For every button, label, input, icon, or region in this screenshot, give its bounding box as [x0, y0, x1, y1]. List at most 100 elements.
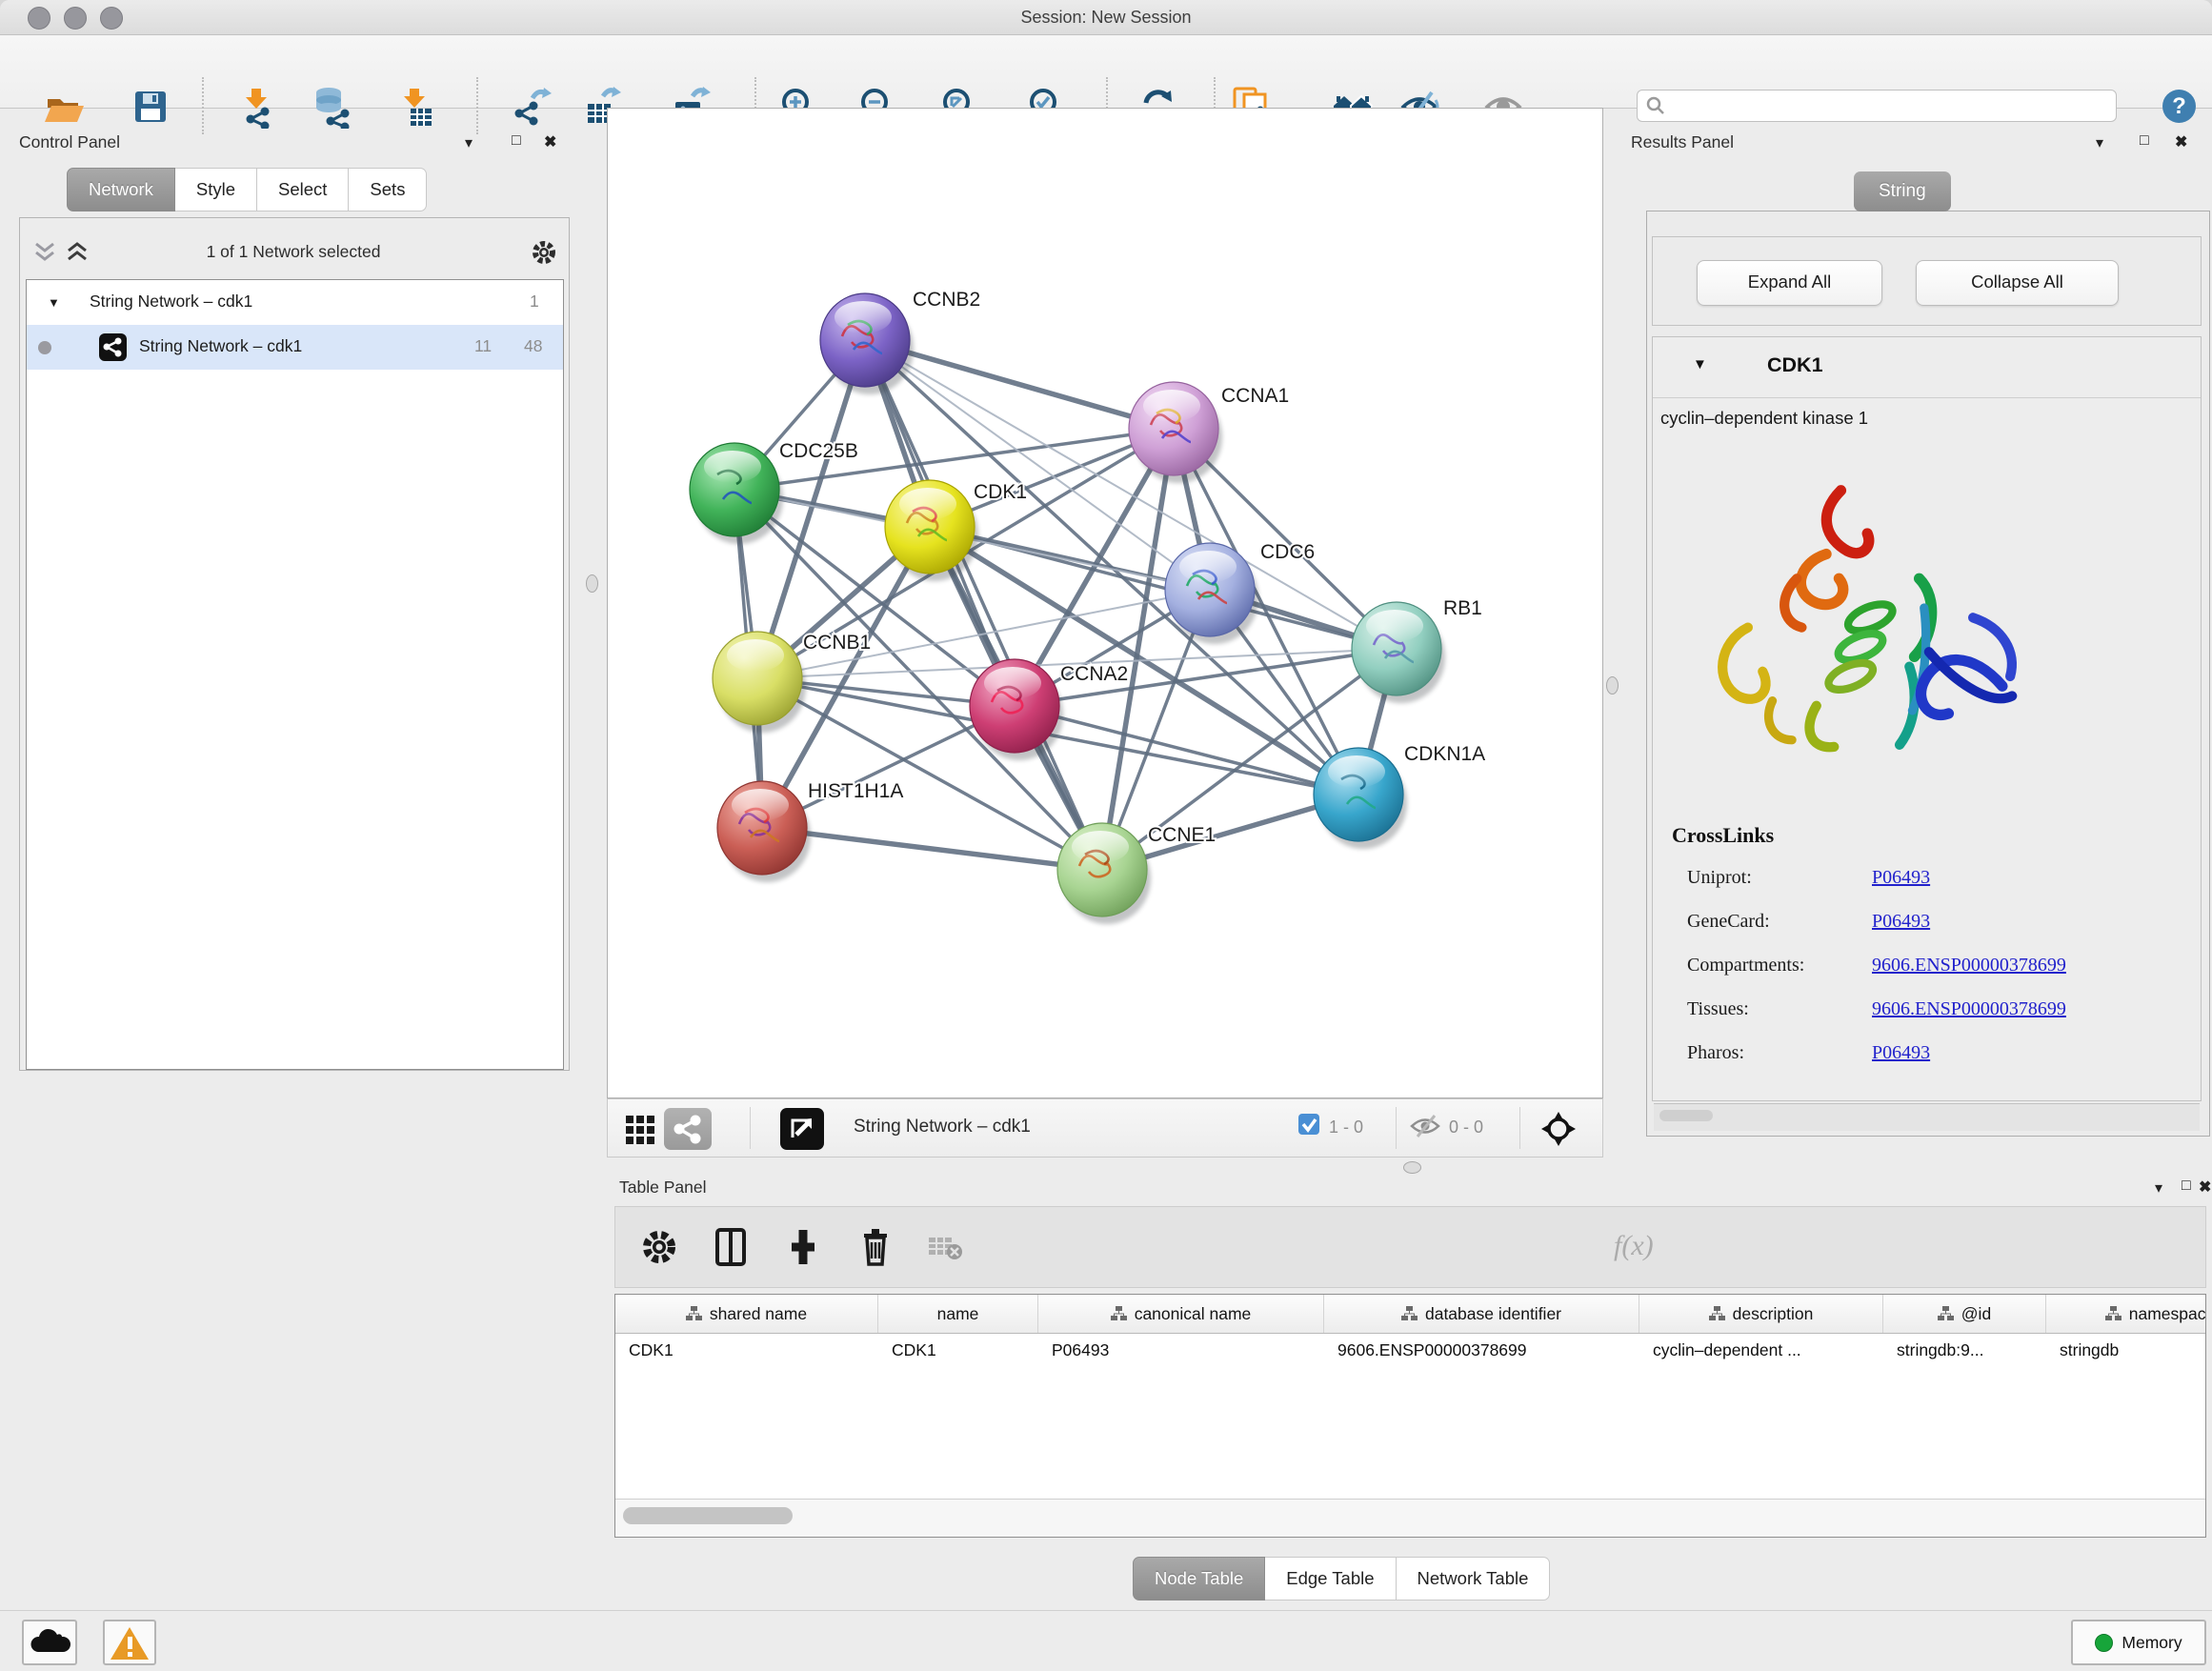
tab-network[interactable]: Network [67, 168, 175, 211]
expand-all-button[interactable]: Expand All [1697, 260, 1882, 306]
control-panel-float-icon[interactable]: □ [512, 132, 521, 150]
crosslink-link[interactable]: 9606.ENSP00000378699 [1872, 955, 2066, 976]
show-columns-icon[interactable] [710, 1226, 752, 1268]
window-title: Session: New Session [0, 8, 2212, 28]
tab-string[interactable]: String [1854, 171, 1951, 211]
results-panel-close-icon[interactable]: ✖ [2175, 132, 2187, 151]
splitter-handle[interactable] [586, 574, 598, 593]
network-node-ccne1[interactable] [1057, 823, 1151, 924]
network-options-gear-icon[interactable] [530, 238, 558, 267]
table-cell[interactable]: stringdb [2046, 1333, 2206, 1367]
create-column-icon[interactable] [782, 1226, 824, 1268]
table-options-gear-icon[interactable] [638, 1226, 680, 1268]
scrollbar-thumb[interactable] [623, 1507, 793, 1524]
node-label-cdk1: CDK1 [974, 481, 1027, 503]
table-cell[interactable]: CDK1 [878, 1333, 1038, 1367]
tab-node-table[interactable]: Node Table [1133, 1557, 1265, 1601]
hidden-items-eye-icon[interactable] [1409, 1114, 1441, 1138]
network-view-type-icon[interactable] [664, 1108, 712, 1150]
warning-icon [105, 1621, 154, 1663]
network-collection-row[interactable]: ▼ String Network – cdk1 1 [27, 280, 563, 325]
open-session-icon[interactable] [41, 85, 85, 129]
crosslink-label: Uniprot: [1687, 867, 1752, 888]
function-builder-icon[interactable]: f(x) [1614, 1230, 1654, 1262]
crosslink-link[interactable]: P06493 [1872, 867, 1930, 889]
network-node-rb1[interactable] [1352, 602, 1445, 703]
crosslink-link[interactable]: P06493 [1872, 1042, 1930, 1064]
column-header-database-identifier[interactable]: database identifier [1324, 1295, 1639, 1333]
column-header-namespace[interactable]: namespace [2046, 1295, 2206, 1333]
column-header-description[interactable]: description [1639, 1295, 1883, 1333]
table-cell[interactable]: CDK1 [615, 1333, 878, 1367]
network-node-cdc25b[interactable] [690, 443, 783, 544]
table-row[interactable]: CDK1CDK1P064939606.ENSP00000378699cyclin… [615, 1333, 2206, 1367]
column-header-canonical-name[interactable]: canonical name [1038, 1295, 1324, 1333]
control-panel-menu-icon[interactable]: ▾ [465, 133, 473, 152]
results-panel-menu-icon[interactable]: ▾ [2096, 133, 2103, 152]
table-scrollbar[interactable] [615, 1499, 2205, 1537]
search-input[interactable] [1666, 96, 2089, 115]
table-cell[interactable]: stringdb:9... [1883, 1333, 2046, 1367]
results-scrollbar[interactable] [1654, 1103, 2200, 1131]
network-list-header: 1 of 1 Network selected [19, 229, 568, 278]
gene-collapse-arrow-icon[interactable]: ▼ [1693, 356, 1707, 372]
main-toolbar: ? [0, 35, 2212, 109]
crosslink-row: Pharos:P06493 [1687, 1042, 2182, 1086]
table-cell[interactable]: P06493 [1038, 1333, 1324, 1367]
column-header-at-id[interactable]: @id [1883, 1295, 2046, 1333]
network-view-title: String Network – cdk1 [854, 1117, 1031, 1137]
memory-label: Memory [2122, 1633, 2182, 1653]
network-node-ccnb2[interactable] [820, 293, 914, 394]
network-node-cdkn1a[interactable] [1314, 748, 1407, 849]
tab-sets[interactable]: Sets [349, 168, 427, 211]
control-panel-close-icon[interactable]: ✖ [544, 132, 556, 151]
crosslink-label: Tissues: [1687, 998, 1749, 1019]
tab-style[interactable]: Style [175, 168, 257, 211]
control-panel-tabs: NetworkStyleSelectSets [67, 168, 427, 211]
crosslinks-heading: CrossLinks [1672, 823, 1774, 848]
network-row-selected[interactable]: String Network – cdk1 11 48 [27, 325, 563, 370]
delete-table-icon[interactable] [928, 1234, 970, 1276]
help-button[interactable]: ? [2162, 90, 2196, 123]
column-header-name[interactable]: name [878, 1295, 1038, 1333]
save-session-icon[interactable] [129, 85, 172, 129]
crosslink-link[interactable]: 9606.ENSP00000378699 [1872, 998, 2066, 1020]
import-table-icon[interactable] [393, 85, 437, 129]
network-node-cdk1[interactable] [885, 480, 978, 581]
table-cell[interactable]: cyclin–dependent ... [1639, 1333, 1883, 1367]
table-panel-menu-icon[interactable]: ▾ [2155, 1178, 2162, 1198]
delete-column-icon[interactable] [855, 1226, 896, 1268]
network-graph[interactable]: CCNB2CCNA1CDC25BCDK1CDC6RB1CCNB1CCNA2CDK… [608, 109, 1602, 1097]
tab-edge-table[interactable]: Edge Table [1265, 1557, 1396, 1601]
import-network-database-icon[interactable] [310, 85, 353, 129]
tab-network-table[interactable]: Network Table [1397, 1557, 1551, 1601]
column-tree-icon [686, 1306, 702, 1321]
network-node-ccna1[interactable] [1129, 382, 1222, 483]
table-cell[interactable]: 9606.ENSP00000378699 [1324, 1333, 1639, 1367]
warnings-button[interactable] [103, 1620, 156, 1665]
tree-expand-arrow-icon[interactable]: ▼ [48, 295, 60, 310]
birds-eye-view-icon[interactable] [780, 1108, 824, 1150]
selected-nodes-checkbox[interactable] [1298, 1114, 1319, 1135]
gene-card-header[interactable]: ▼ CDK1 [1653, 337, 2201, 398]
crosslink-row: GeneCard:P06493 [1687, 911, 2182, 955]
grid-view-icon[interactable] [625, 1115, 657, 1145]
collapse-all-button[interactable]: Collapse All [1916, 260, 2119, 306]
table-panel-close-icon[interactable]: ✖ [2199, 1178, 2211, 1197]
import-network-file-icon[interactable] [235, 85, 279, 129]
export-network-icon[interactable] [508, 85, 552, 129]
memory-button[interactable]: Memory [2071, 1620, 2206, 1665]
cloud-status-button[interactable] [22, 1620, 77, 1665]
splitter-handle[interactable] [1403, 1161, 1421, 1174]
splitter-handle[interactable] [1606, 676, 1619, 695]
network-node-hist1h1a[interactable] [717, 781, 811, 882]
search-box[interactable] [1637, 90, 2117, 122]
results-panel-float-icon[interactable]: □ [2140, 132, 2149, 150]
crosslink-link[interactable]: P06493 [1872, 911, 1930, 933]
column-header-shared-name[interactable]: shared name [615, 1295, 878, 1333]
network-canvas[interactable]: CCNB2CCNA1CDC25BCDK1CDC6RB1CCNB1CCNA2CDK… [607, 108, 1603, 1098]
tab-select[interactable]: Select [257, 168, 349, 211]
node-table[interactable]: shared namenamecanonical namedatabase id… [614, 1294, 2206, 1538]
table-panel-float-icon[interactable]: □ [2182, 1178, 2191, 1195]
fit-selected-crosshair-icon[interactable] [1541, 1112, 1576, 1146]
